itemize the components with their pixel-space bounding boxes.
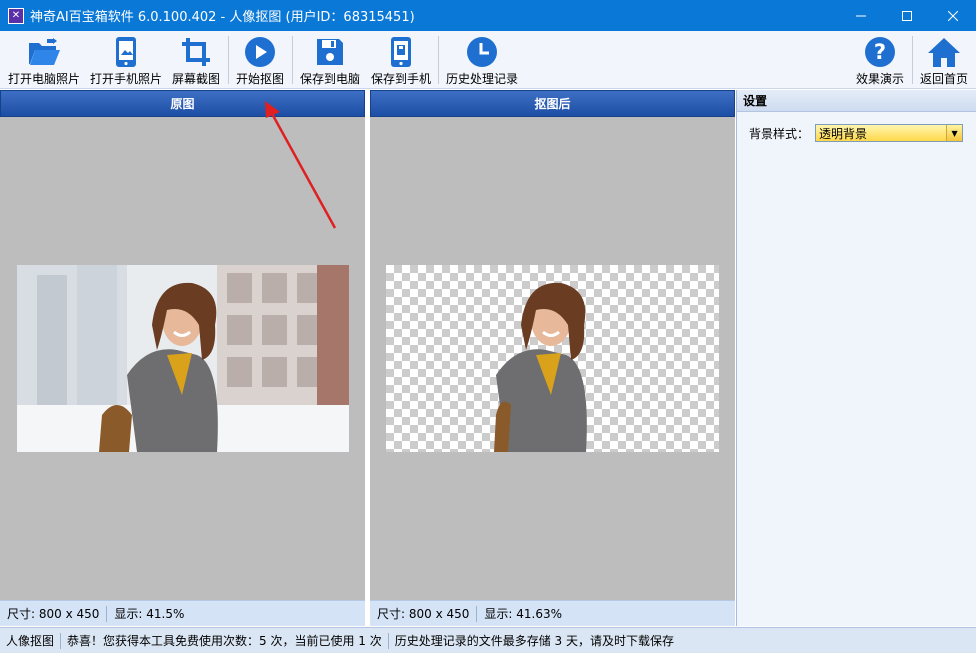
toolbar-separator xyxy=(912,36,913,84)
bottom-status-bar: 人像抠图 恭喜！您获得本工具免费使用次数：5 次，当前已使用 1 次 历史处理记… xyxy=(0,627,976,653)
maximize-icon xyxy=(902,10,912,21)
toolbar-separator xyxy=(438,36,439,84)
toolbar-label: 返回首页 xyxy=(919,72,968,86)
original-photo xyxy=(17,265,349,452)
result-size-text: 尺寸: 800 x 450 xyxy=(377,607,470,621)
minimize-icon xyxy=(856,15,866,16)
toolbar-separator xyxy=(292,36,293,84)
toolbar-label: 打开电脑照片 xyxy=(7,72,80,86)
crop-icon xyxy=(178,34,214,70)
clock-icon xyxy=(464,34,500,70)
window-title: 神奇AI百宝箱软件 6.0.100.402 - 人像抠图 (用户ID：68315… xyxy=(30,10,415,25)
background-style-value: 透明背景 xyxy=(819,126,868,141)
toolbar-label: 保存到电脑 xyxy=(299,72,360,86)
svg-text:?: ? xyxy=(874,40,886,64)
background-style-label: 背景样式： xyxy=(749,126,810,141)
original-panel-header: 原图 xyxy=(0,90,365,117)
save-to-pc-button[interactable]: 保存到电脑 xyxy=(296,31,364,88)
home-button[interactable]: 返回首页 xyxy=(916,31,972,88)
status-message: 恭喜！您获得本工具免费使用次数：5 次，当前已使用 1 次 xyxy=(67,634,382,648)
help-icon: ? xyxy=(862,34,898,70)
toolbar-label: 效果演示 xyxy=(855,72,904,86)
original-size-text: 尺寸: 800 x 450 xyxy=(7,607,100,621)
screenshot-button[interactable]: 屏幕截图 xyxy=(168,31,224,88)
toolbar-label: 屏幕截图 xyxy=(171,72,220,86)
close-button[interactable] xyxy=(930,0,976,31)
toolbar: 打开电脑照片 打开手机照片 屏幕截图 开始抠图 保存到电脑 保存到手机 历史处理… xyxy=(0,31,976,89)
original-zoom-text: 显示: 41.5% xyxy=(114,607,185,621)
folder-open-icon xyxy=(26,34,62,70)
demo-button[interactable]: ? 效果演示 xyxy=(852,31,908,88)
status-note: 历史处理记录的文件最多存储 3 天，请及时下载保存 xyxy=(394,634,675,648)
play-icon xyxy=(242,34,278,70)
minimize-button[interactable] xyxy=(838,0,884,31)
settings-title: 设置 xyxy=(737,90,976,112)
chevron-down-icon[interactable]: ▼ xyxy=(946,125,963,141)
result-panel-header: 抠图后 xyxy=(370,90,735,117)
toolbar-label: 历史处理记录 xyxy=(445,72,518,86)
background-style-row: 背景样式： 透明背景 ▼ xyxy=(749,124,964,142)
background-style-select[interactable]: 透明背景 ▼ xyxy=(815,124,964,142)
history-button[interactable]: 历史处理记录 xyxy=(442,31,522,88)
start-cutout-button[interactable]: 开始抠图 xyxy=(232,31,288,88)
original-status-bar: 尺寸: 800 x 450 显示: 41.5% xyxy=(0,600,365,626)
settings-panel: 设置 背景样式： 透明背景 ▼ xyxy=(736,90,976,626)
title-bar: ✕ 神奇AI百宝箱软件 6.0.100.402 - 人像抠图 (用户ID：683… xyxy=(0,0,976,31)
result-photo xyxy=(386,265,719,452)
toolbar-separator xyxy=(228,36,229,84)
result-status-bar: 尺寸: 800 x 450 显示: 41.63% xyxy=(370,600,735,626)
status-mode: 人像抠图 xyxy=(6,634,55,648)
open-phone-photo-button[interactable]: 打开手机照片 xyxy=(88,31,164,88)
phone-save-icon xyxy=(383,34,419,70)
save-disk-icon xyxy=(312,34,348,70)
result-image-canvas[interactable] xyxy=(370,117,735,600)
phone-icon xyxy=(108,34,144,70)
open-pc-photo-button[interactable]: 打开电脑照片 xyxy=(4,31,84,88)
save-to-phone-button[interactable]: 保存到手机 xyxy=(368,31,434,88)
original-image-canvas[interactable] xyxy=(0,117,365,600)
result-zoom-text: 显示: 41.63% xyxy=(484,607,563,621)
close-icon xyxy=(948,10,958,21)
maximize-button[interactable] xyxy=(884,0,930,31)
app-logo-icon: ✕ xyxy=(8,7,24,24)
toolbar-label: 打开手机照片 xyxy=(89,72,162,86)
toolbar-label: 保存到手机 xyxy=(370,72,431,86)
toolbar-label: 开始抠图 xyxy=(235,72,284,86)
home-icon xyxy=(926,34,962,70)
